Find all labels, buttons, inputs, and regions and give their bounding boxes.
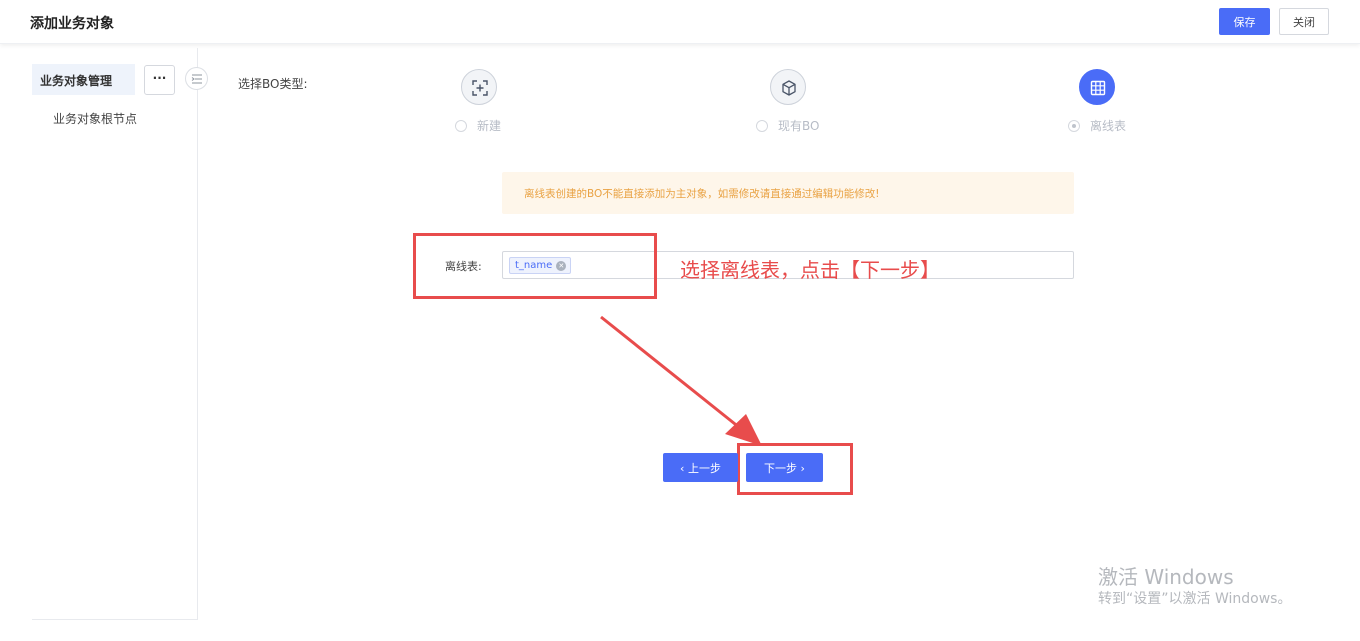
- tree-node-business-object-root[interactable]: 业务对象根节点: [53, 110, 137, 127]
- radio-existing-bo[interactable]: 现有BO: [756, 117, 819, 134]
- radio-circle: [756, 120, 768, 132]
- bo-type-new-option[interactable]: [461, 69, 497, 105]
- bo-type-label: 选择BO类型:: [238, 77, 308, 91]
- bo-type-existing-option[interactable]: [770, 69, 806, 105]
- chevron-left-icon: ‹: [680, 461, 688, 475]
- windows-activation-watermark-title: 激活 Windows: [1098, 565, 1234, 589]
- radio-offline-table[interactable]: 离线表: [1068, 117, 1126, 134]
- table-icon: [1090, 80, 1106, 96]
- next-step-label: 下一步: [764, 461, 798, 475]
- annotation-box-offline-table: [413, 233, 657, 299]
- list-collapse-icon: [191, 74, 202, 84]
- warning-notice: 离线表创建的BO不能直接添加为主对象，如需修改请直接通过编辑功能修改!: [502, 172, 1074, 214]
- expand-icon: [472, 80, 488, 96]
- radio-circle-selected: [1068, 120, 1080, 132]
- radio-new-label: 新建: [477, 119, 502, 133]
- bo-type-offline-table-option[interactable]: [1079, 69, 1115, 105]
- sidebar: 业务对象管理 ··· 业务对象根节点: [32, 48, 208, 620]
- previous-step-label: 上一步: [687, 461, 721, 475]
- close-button[interactable]: 关闭: [1279, 8, 1329, 35]
- page-title: 添加业务对象: [30, 16, 114, 32]
- windows-activation-watermark-subtitle: 转到“设置”以激活 Windows。: [1098, 591, 1292, 607]
- radio-existing-bo-label: 现有BO: [778, 119, 820, 133]
- radio-new[interactable]: 新建: [455, 117, 501, 134]
- more-options-button[interactable]: ···: [144, 65, 175, 95]
- annotation-instruction: 选择离线表，点击【下一步】: [680, 258, 940, 282]
- annotation-arrow-icon: [600, 315, 762, 446]
- next-step-button[interactable]: 下一步 ›: [746, 453, 823, 482]
- collapse-sidebar-button[interactable]: [185, 67, 208, 90]
- save-button[interactable]: 保存: [1219, 8, 1270, 35]
- radio-circle: [455, 120, 467, 132]
- chevron-right-icon: ›: [797, 461, 805, 475]
- page-header: 添加业务对象 保存 关闭: [0, 0, 1360, 44]
- radio-offline-table-label: 离线表: [1090, 119, 1127, 133]
- sidebar-item-business-object-management[interactable]: 业务对象管理: [32, 64, 135, 95]
- cube-icon: [782, 80, 796, 96]
- previous-step-button[interactable]: ‹ 上一步: [663, 453, 738, 482]
